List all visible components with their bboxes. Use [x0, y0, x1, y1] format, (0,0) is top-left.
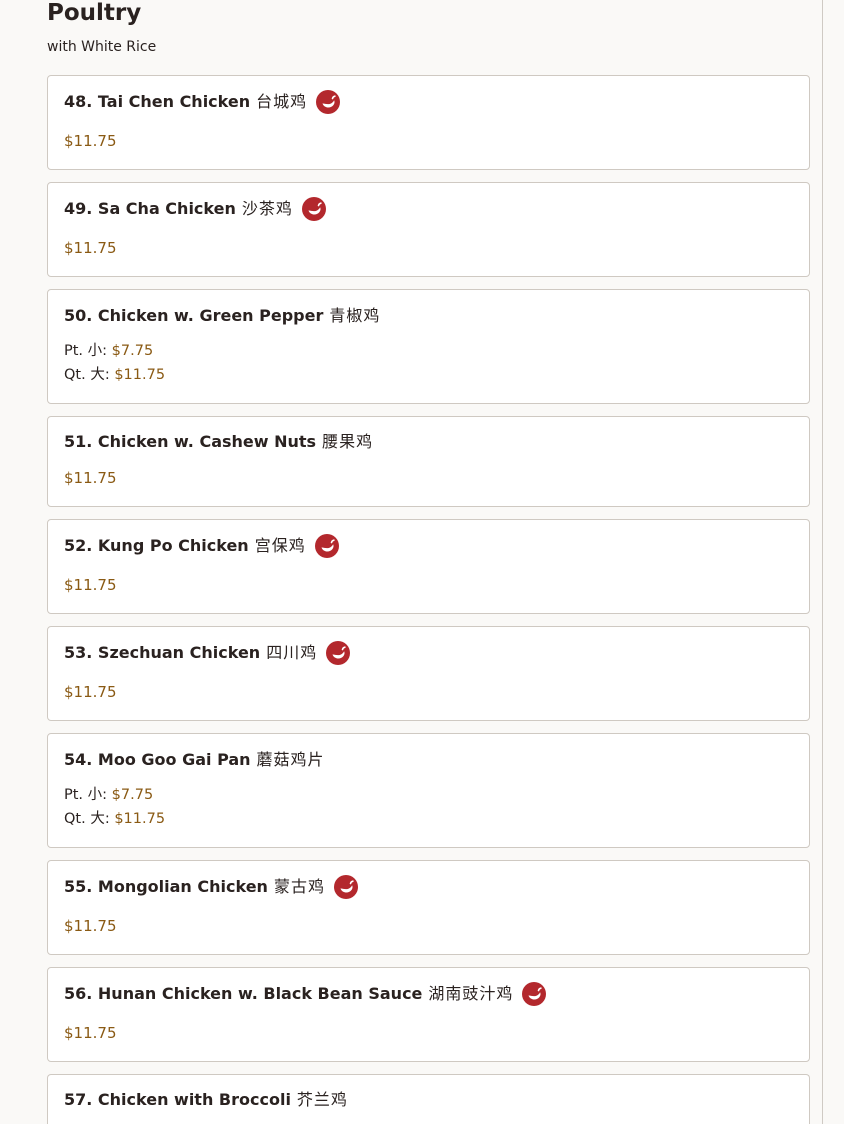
item-chinese-name: 四川鸡	[266, 643, 318, 662]
item-title: 52. Kung Po Chicken 宫保鸡	[64, 534, 339, 558]
menu-item-card[interactable]: 49. Sa Cha Chicken 沙茶鸡 $11.75	[47, 182, 810, 277]
item-chinese-name: 沙茶鸡	[241, 199, 293, 218]
menu-item-card[interactable]: 55. Mongolian Chicken 蒙古鸡 $11.75	[47, 860, 810, 955]
right-border	[822, 0, 823, 1124]
item-title: 53. Szechuan Chicken 四川鸡	[64, 641, 351, 665]
quart-price: $11.75	[114, 367, 166, 383]
item-price: $11.75	[64, 683, 117, 701]
item-chinese-name: 台城鸡	[256, 92, 308, 111]
item-price: $11.75	[64, 1024, 117, 1042]
item-chinese-name: 蘑菇鸡片	[256, 750, 325, 769]
item-price: $11.75	[64, 239, 117, 257]
item-name: 55. Mongolian Chicken	[64, 877, 268, 896]
menu-page: Poultry with White Rice 48. Tai Chen Chi…	[0, 0, 844, 1124]
quart-label: Qt. 大:	[64, 811, 110, 827]
item-name: 49. Sa Cha Chicken	[64, 199, 236, 218]
item-price: $11.75	[64, 132, 117, 150]
menu-item-card[interactable]: 53. Szechuan Chicken 四川鸡 $11.75	[47, 626, 810, 721]
item-price: $11.75	[64, 917, 117, 935]
item-name: 48. Tai Chen Chicken	[64, 92, 251, 111]
pint-price-line: Pt. 小: $7.75	[64, 785, 153, 805]
quart-price-line: Qt. 大: $11.75	[64, 365, 165, 385]
chili-pepper-icon	[316, 90, 341, 114]
item-title: 56. Hunan Chicken w. Black Bean Sauce 湖南…	[64, 982, 547, 1006]
item-chinese-name: 蒙古鸡	[273, 877, 325, 896]
menu-item-card[interactable]: 51. Chicken w. Cashew Nuts 腰果鸡 $11.75	[47, 416, 810, 507]
quart-price-line: Qt. 大: $11.75	[64, 809, 165, 829]
pint-price-line: Pt. 小: $7.75	[64, 341, 153, 361]
section-title: Poultry	[47, 0, 142, 26]
item-chinese-name: 湖南豉汁鸡	[428, 984, 514, 1003]
chili-pepper-icon	[326, 641, 351, 665]
menu-item-card[interactable]: 50. Chicken w. Green Pepper 青椒鸡 Pt. 小: $…	[47, 289, 810, 404]
item-name: 56. Hunan Chicken w. Black Bean Sauce	[64, 984, 423, 1003]
item-chinese-name: 芥兰鸡	[296, 1090, 348, 1109]
item-title: 48. Tai Chen Chicken 台城鸡	[64, 90, 341, 114]
pint-label: Pt. 小:	[64, 343, 108, 359]
item-name: 54. Moo Goo Gai Pan	[64, 750, 251, 769]
item-name: 52. Kung Po Chicken	[64, 536, 249, 555]
item-name: 53. Szechuan Chicken	[64, 643, 261, 662]
menu-item-card[interactable]: 57. Chicken with Broccoli 芥兰鸡	[47, 1074, 810, 1124]
item-title: 50. Chicken w. Green Pepper 青椒鸡	[64, 304, 380, 328]
pint-label: Pt. 小:	[64, 787, 108, 803]
chili-pepper-icon	[314, 534, 339, 558]
menu-item-card[interactable]: 56. Hunan Chicken w. Black Bean Sauce 湖南…	[47, 967, 810, 1062]
quart-price: $11.75	[114, 811, 166, 827]
chili-pepper-icon	[333, 875, 358, 899]
item-chinese-name: 腰果鸡	[322, 432, 374, 451]
item-price: $11.75	[64, 576, 117, 594]
item-title: 51. Chicken w. Cashew Nuts 腰果鸡	[64, 430, 373, 454]
menu-item-card[interactable]: 54. Moo Goo Gai Pan 蘑菇鸡片 Pt. 小: $7.75 Qt…	[47, 733, 810, 848]
item-price: $11.75	[64, 469, 117, 487]
item-title: 55. Mongolian Chicken 蒙古鸡	[64, 875, 358, 899]
section-subtitle: with White Rice	[47, 39, 157, 55]
item-name: 50. Chicken w. Green Pepper	[64, 306, 324, 325]
item-title: 57. Chicken with Broccoli 芥兰鸡	[64, 1088, 348, 1112]
item-title: 54. Moo Goo Gai Pan 蘑菇鸡片	[64, 748, 325, 772]
item-name: 57. Chicken with Broccoli	[64, 1090, 291, 1109]
item-chinese-name: 青椒鸡	[329, 306, 381, 325]
pint-price: $7.75	[111, 343, 154, 359]
menu-item-card[interactable]: 52. Kung Po Chicken 宫保鸡 $11.75	[47, 519, 810, 614]
quart-label: Qt. 大:	[64, 367, 110, 383]
item-chinese-name: 宫保鸡	[254, 536, 306, 555]
chili-pepper-icon	[522, 982, 547, 1006]
item-name: 51. Chicken w. Cashew Nuts	[64, 432, 317, 451]
item-title: 49. Sa Cha Chicken 沙茶鸡	[64, 197, 326, 221]
menu-item-card[interactable]: 48. Tai Chen Chicken 台城鸡 $11.75	[47, 75, 810, 170]
pint-price: $7.75	[111, 787, 154, 803]
chili-pepper-icon	[301, 197, 326, 221]
